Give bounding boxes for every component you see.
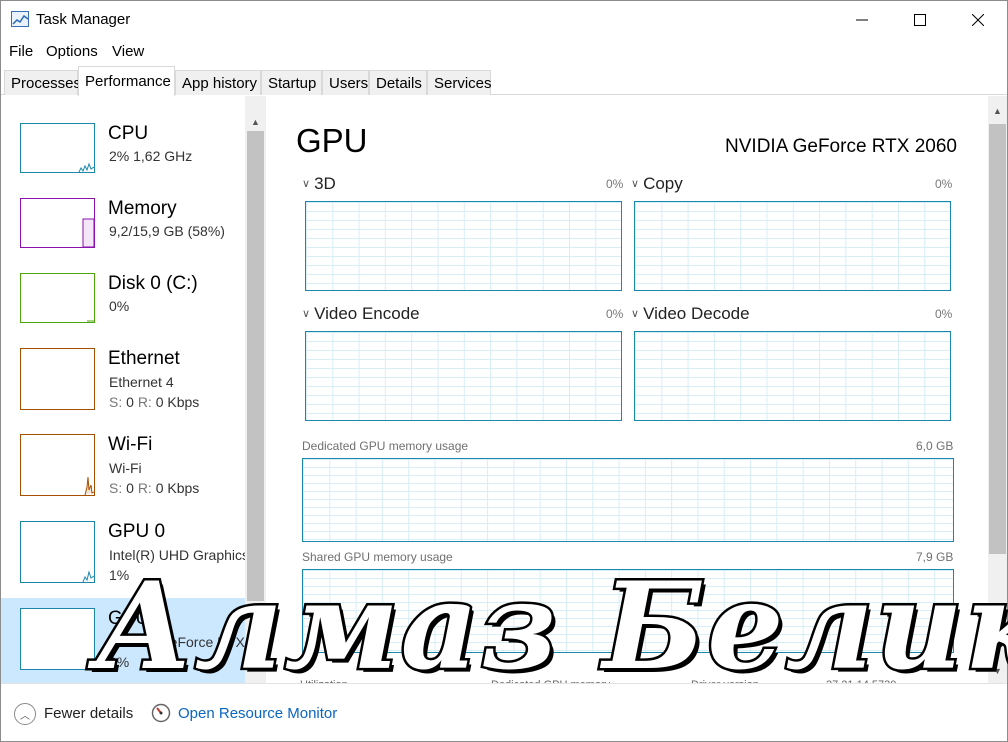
task-manager-window: Task Manager File Options View Processes…	[0, 0, 1008, 742]
graph-decode-percent: 0%	[935, 307, 953, 321]
fewer-details-button[interactable]: Fewer details	[44, 705, 133, 722]
ethernet-throughput: S: 0 R: 0 Kbps	[109, 394, 200, 410]
graph-3d	[305, 201, 622, 291]
sidebar-item-wifi[interactable]: Wi-Fi Wi-Fi S: 0 R: 0 Kbps	[1, 427, 245, 505]
graph-copy-percent: 0%	[935, 177, 953, 191]
chevron-up-icon[interactable]: ▲	[987, 101, 1008, 121]
resource-list: CPU 2% 1,62 GHz Memory 9,2/15,9 GB (58%)…	[1, 96, 266, 683]
disk-title: Disk 0 (C:)	[108, 273, 198, 294]
ethernet-adapter-name: Ethernet 4	[109, 374, 174, 390]
gpu0-thumbnail-graph	[20, 521, 95, 583]
memory-title: Memory	[108, 198, 177, 219]
graph-encode-percent: 0%	[606, 307, 624, 321]
chevron-up-circle-icon[interactable]: ︿	[14, 703, 36, 725]
detail-scrollbar[interactable]: ▲ ▼	[988, 96, 1007, 683]
sidebar-item-ethernet[interactable]: Ethernet Ethernet 4 S: 0 R: 0 Kbps	[1, 341, 245, 419]
shared-memory-label: Shared GPU memory usage	[302, 550, 453, 564]
dedicated-memory-max: 6,0 GB	[916, 439, 954, 453]
minimize-icon	[856, 19, 868, 21]
menu-options[interactable]: Options	[46, 43, 98, 60]
sidebar-item-memory[interactable]: Memory 9,2/15,9 GB (58%)	[1, 191, 245, 256]
cpu-usage-text: 2% 1,62 GHz	[109, 148, 193, 164]
tab-users[interactable]: Users	[322, 70, 369, 95]
gpu-detail-panel: GPU NVIDIA GeForce RTX 2060 ∨ 3D 0% ∨ Copy…	[266, 96, 1007, 683]
chevron-up-icon[interactable]: ▲	[245, 112, 266, 132]
tab-startup[interactable]: Startup	[261, 70, 322, 95]
close-icon	[972, 14, 984, 26]
chevron-down-icon: ∨	[302, 178, 311, 190]
gpu0-title: GPU 0	[108, 521, 166, 542]
task-manager-app-icon	[11, 11, 29, 27]
menu-file[interactable]: File	[9, 43, 33, 60]
maximize-button[interactable]	[891, 1, 949, 39]
minimize-button[interactable]	[833, 1, 891, 39]
title-bar[interactable]: Task Manager	[1, 1, 1007, 39]
window-title: Task Manager	[36, 11, 131, 28]
shared-memory-graph	[302, 569, 954, 653]
footer-bar: ︿ Fewer details Open Resource Monitor	[1, 683, 1007, 741]
wifi-title: Wi-Fi	[108, 434, 153, 455]
chevron-down-icon: ∨	[631, 178, 640, 190]
memory-usage-text: 9,2/15,9 GB (58%)	[109, 223, 225, 239]
ethernet-thumbnail-graph	[20, 348, 95, 410]
cpu-thumbnail-graph	[20, 123, 95, 173]
sidebar-item-cpu[interactable]: CPU 2% 1,62 GHz	[1, 116, 245, 181]
tab-details[interactable]: Details	[369, 70, 427, 95]
tab-strip: Processes Performance App history Startu…	[1, 64, 1007, 96]
graph-copy	[634, 201, 951, 291]
dedicated-memory-label: Dedicated GPU memory usage	[302, 439, 469, 453]
gpu1-model: NVIDIA GeForce RTX 2060	[109, 634, 266, 650]
cpu-title: CPU	[108, 123, 149, 144]
graph-3d-selector[interactable]: ∨ 3D	[302, 174, 336, 194]
detail-scroll-thumb[interactable]	[989, 124, 1006, 554]
wifi-throughput: S: 0 R: 0 Kbps	[109, 480, 200, 496]
menu-bar: File Options View	[1, 39, 1007, 64]
gpu1-title: GPU 1	[108, 608, 166, 629]
disk-usage-text: 0%	[109, 298, 130, 314]
open-resource-monitor-link[interactable]: Open Resource Monitor	[178, 705, 337, 722]
gpu1-usage: 0%	[109, 654, 130, 670]
sidebar-item-gpu1[interactable]: GPU 1 NVIDIA GeForce RTX 2060 0%	[1, 598, 266, 683]
shared-memory-max: 7,9 GB	[916, 550, 954, 564]
tab-performance[interactable]: Performance	[78, 66, 175, 96]
ethernet-title: Ethernet	[108, 348, 180, 369]
graph-video-encode	[305, 331, 622, 421]
wifi-adapter-name: Wi-Fi	[109, 460, 142, 476]
sidebar-item-disk[interactable]: Disk 0 (C:) 0%	[1, 266, 245, 331]
graph-copy-selector[interactable]: ∨ Copy	[631, 174, 683, 194]
gpu-model-name: NVIDIA GeForce RTX 2060	[725, 136, 957, 157]
tab-processes[interactable]: Processes	[4, 70, 81, 95]
menu-view[interactable]: View	[112, 43, 144, 60]
tab-app-history[interactable]: App history	[175, 70, 261, 95]
gpu0-model: Intel(R) UHD Graphics	[109, 547, 250, 563]
gpu0-usage: 1%	[109, 567, 130, 583]
sidebar-item-gpu0[interactable]: GPU 0 Intel(R) UHD Graphics 1%	[1, 514, 249, 592]
chevron-down-icon[interactable]: ▼	[987, 661, 1008, 681]
resource-monitor-icon	[151, 703, 171, 723]
graph-encode-selector[interactable]: ∨ Video Encode	[302, 304, 420, 324]
memory-thumbnail-graph	[20, 198, 95, 248]
sidebar-scrollbar[interactable]: ▲	[245, 96, 266, 683]
dedicated-memory-graph	[302, 458, 954, 542]
tab-services[interactable]: Services	[427, 70, 492, 95]
chevron-down-icon: ∨	[631, 308, 640, 320]
chevron-down-icon: ∨	[302, 308, 311, 320]
sidebar-scroll-thumb[interactable]	[247, 131, 264, 601]
maximize-icon	[914, 14, 926, 26]
close-button[interactable]	[949, 1, 1007, 39]
gpu1-thumbnail-graph	[20, 608, 95, 670]
graph-video-decode	[634, 331, 951, 421]
page-title: GPU	[296, 122, 368, 159]
graph-decode-selector[interactable]: ∨ Video Decode	[631, 304, 750, 324]
graph-3d-percent: 0%	[606, 177, 624, 191]
wifi-thumbnail-graph	[20, 434, 95, 496]
disk-thumbnail-graph	[20, 273, 95, 323]
